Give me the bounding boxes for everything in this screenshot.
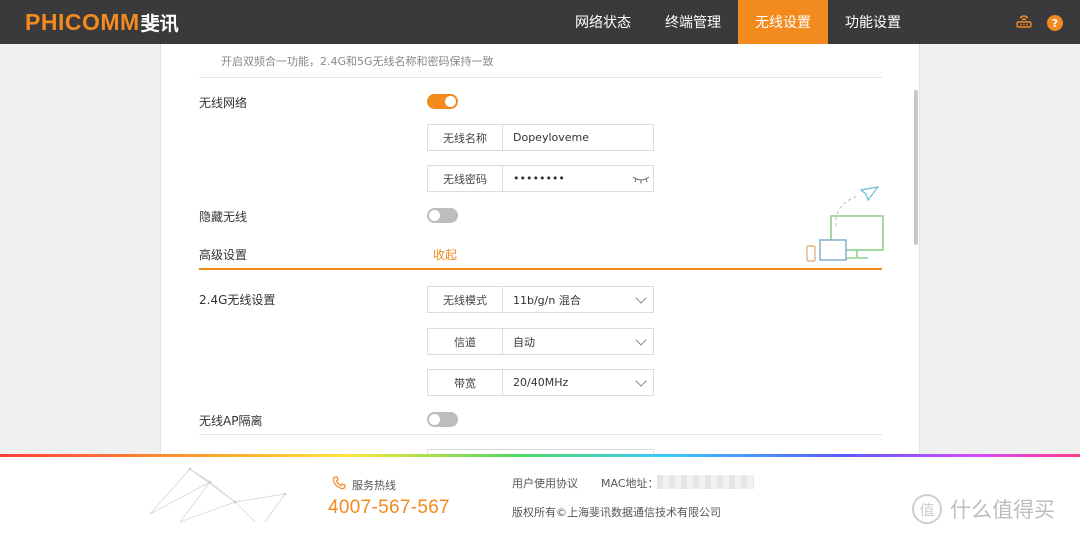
rainbow-strip (0, 454, 1080, 457)
wireless-settings-panel: 开启双频合一功能，2.4G和5G无线名称和密码保持一致 无线网络 无线名称 Do… (160, 44, 920, 454)
toggle-knob (429, 210, 440, 221)
channel-value[interactable]: 自动 (503, 334, 629, 350)
bandwidth-label: 带宽 (428, 370, 503, 395)
wireless-mode-value[interactable]: 11b/g/n 混合 (503, 292, 629, 308)
advanced-settings-label: 高级设置 (199, 248, 248, 262)
mac-address-label: MAC地址： (601, 477, 659, 490)
copyright-text: 版权所有©上海斐讯数据通信技术有限公司 (512, 506, 721, 519)
devices-illustration (806, 186, 884, 262)
wireless-network-label: 无线网络 (199, 96, 248, 110)
top-bar: PHICOMM 斐讯 网络状态 终端管理 无线设置 功能设置 ? (0, 0, 1080, 44)
chevron-down-icon[interactable] (629, 374, 653, 387)
divider (199, 434, 882, 435)
watermark: 值 什么值得买 (912, 494, 1055, 524)
hide-wireless-label: 隐藏无线 (199, 210, 248, 224)
advanced-divider (199, 268, 882, 270)
hide-wireless-toggle[interactable] (427, 208, 458, 223)
user-agreement-link[interactable]: 用户使用协议 (512, 475, 578, 491)
bandwidth-select[interactable]: 带宽 20/40MHz (427, 369, 654, 396)
watermark-text: 什么值得买 (950, 498, 1055, 522)
ssid-field[interactable]: 无线名称 Dopeyloveme (427, 124, 654, 151)
mac-address-redacted (657, 475, 754, 489)
tab-function-settings[interactable]: 功能设置 (828, 0, 918, 44)
channel-select[interactable]: 信道 自动 (427, 328, 654, 355)
chevron-down-icon[interactable] (629, 291, 653, 304)
help-icon[interactable]: ? (1047, 15, 1063, 31)
hotline-label: 服务热线 (352, 478, 396, 492)
main-nav: 网络状态 终端管理 无线设置 功能设置 (558, 0, 918, 44)
tab-wireless-settings[interactable]: 无线设置 (738, 0, 828, 44)
brand-name-cn: 斐讯 (140, 12, 179, 35)
password-label: 无线密码 (428, 166, 503, 191)
wireless-mode-label: 无线模式 (428, 287, 503, 312)
channel-label: 信道 (428, 329, 503, 354)
ssid-input[interactable]: Dopeyloveme (503, 131, 653, 144)
dual-band-note: 开启双频合一功能，2.4G和5G无线名称和密码保持一致 (221, 55, 494, 68)
wireless-mode-select[interactable]: 无线模式 11b/g/n 混合 (427, 286, 654, 313)
brand-logo: PHICOMM 斐讯 (25, 8, 179, 35)
network-lines-decoration (149, 467, 287, 523)
hotline: 服务热线 (332, 476, 396, 493)
ap-isolation-toggle[interactable] (427, 412, 458, 427)
router-icon[interactable] (1015, 13, 1033, 33)
toggle-knob (429, 414, 440, 425)
bandwidth-value[interactable]: 20/40MHz (503, 376, 629, 389)
band-24g-label: 2.4G无线设置 (199, 293, 276, 307)
watermark-logo: 值 (912, 494, 942, 524)
wireless-network-toggle[interactable] (427, 94, 458, 109)
eye-closed-icon[interactable] (629, 174, 653, 184)
divider (199, 77, 882, 78)
toggle-knob (445, 96, 456, 107)
phone-icon (332, 476, 346, 493)
footer: 服务热线 4007-567-567 用户使用协议 MAC地址： 版权所有©上海斐… (0, 454, 1080, 535)
tab-network-status[interactable]: 网络状态 (558, 0, 648, 44)
hotline-number: 4007-567-567 (328, 497, 450, 518)
panel-scrollbar[interactable] (914, 90, 918, 245)
password-input[interactable]: •••••••• (503, 172, 629, 185)
collapse-link[interactable]: 收起 (433, 246, 457, 263)
tab-device-management[interactable]: 终端管理 (648, 0, 738, 44)
ap-isolation-label: 无线AP隔离 (199, 414, 263, 428)
password-field[interactable]: 无线密码 •••••••• (427, 165, 654, 192)
brand-name-en: PHICOMM (25, 8, 140, 35)
chevron-down-icon[interactable] (629, 333, 653, 346)
ssid-label: 无线名称 (428, 125, 503, 150)
header-icons: ? (1015, 13, 1063, 33)
